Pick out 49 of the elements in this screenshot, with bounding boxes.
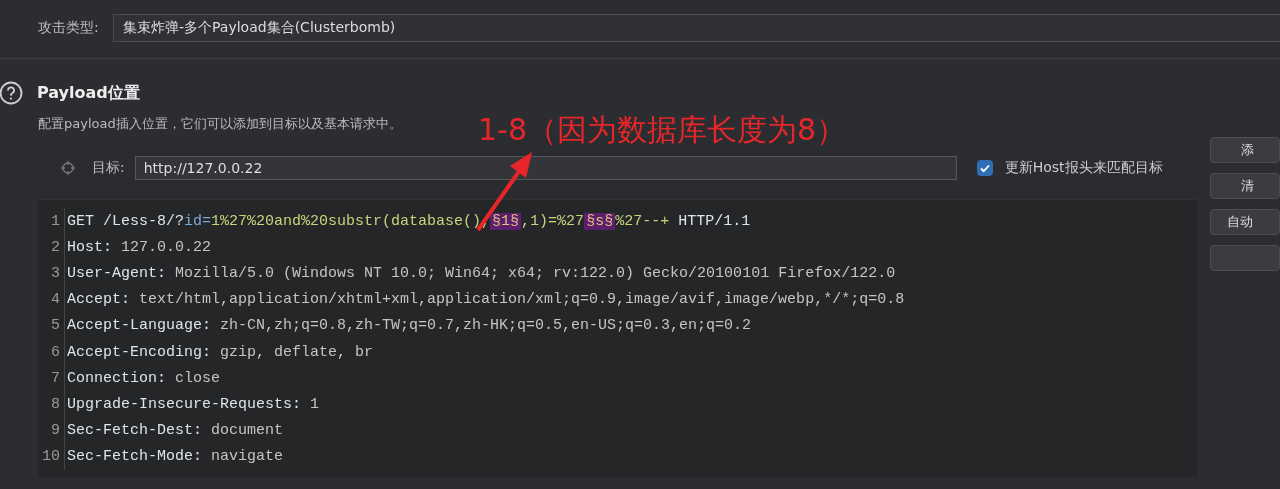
side-button[interactable]: 自动 xyxy=(1210,209,1280,235)
line-number: 5 xyxy=(38,312,65,339)
line-number: 3 xyxy=(38,260,65,287)
header-name: Sec-Fetch-Dest: xyxy=(67,422,203,440)
target-label: 目标: xyxy=(92,159,125,177)
header-name: Host: xyxy=(67,238,112,256)
header-value: 1 xyxy=(309,395,320,413)
update-host-label: 更新Host报头来匹配目标 xyxy=(1004,159,1163,177)
line-number: 2 xyxy=(38,234,65,261)
header-value: Mozilla/5.0 (Windows NT 10.0; Win64; x64; rv:122.0) Gecko/20100101 Firefox/122.0 xyxy=(174,264,896,282)
annotation-text: 1-8（因为数据库长度为8） xyxy=(478,111,847,149)
line-number: 1 xyxy=(38,208,65,235)
header-name: Accept: xyxy=(67,291,130,309)
line-number: 8 xyxy=(38,391,65,418)
header-value: zh-CN,zh;q=0.8,zh-TW;q=0.7,zh-HK;q=0.5,en-US;q=0.3,en;q=0.2 xyxy=(219,317,752,335)
line-number: 7 xyxy=(38,365,65,392)
header-name: Upgrade-Insecure-Requests: xyxy=(67,395,302,413)
request-text: HTTP/1.1 xyxy=(677,212,751,230)
attack-type-dropdown[interactable]: 集束炸弹-多个Payload集合(Clusterbomb) xyxy=(113,14,1280,42)
line-number: 10 xyxy=(38,443,65,470)
header-name: Accept-Language: xyxy=(67,317,212,335)
side-button[interactable]: 清 xyxy=(1210,173,1280,199)
payload-marker: §1§ xyxy=(490,212,522,230)
header-value: close xyxy=(174,369,221,387)
header-name: Sec-Fetch-Mode: xyxy=(67,448,203,466)
section-description: 配置payload插入位置，它们可以添加到目标以及基本请求中。 xyxy=(38,116,402,131)
attack-type-label: 攻击类型: xyxy=(38,19,100,37)
help-icon[interactable] xyxy=(0,81,23,105)
header-name: User-Agent: xyxy=(67,264,167,282)
parameter-name: id= xyxy=(184,212,212,230)
header-value: gzip, deflate, br xyxy=(219,343,374,361)
payload-marker: §s§ xyxy=(584,212,616,230)
header-value: navigate xyxy=(210,448,284,466)
request-text: GET /Less-8/? xyxy=(67,212,185,230)
section-title: Payload位置 xyxy=(37,82,140,104)
header-value: document xyxy=(210,422,284,440)
header-name: Connection: xyxy=(67,369,167,387)
line-number: 6 xyxy=(38,338,65,366)
line-number: 9 xyxy=(38,417,65,444)
header-name: Accept-Encoding: xyxy=(67,343,212,361)
line-number: 4 xyxy=(38,286,65,313)
header-value: 127.0.0.22 xyxy=(120,238,212,256)
parameter-value: %27--+ xyxy=(615,212,670,230)
target-field[interactable]: http://127.0.0.22 xyxy=(134,156,957,180)
side-button[interactable]: 添 xyxy=(1210,137,1280,163)
parameter-value: ,1)=%27 xyxy=(521,212,585,230)
header-value: text/html,application/xhtml+xml,application/xml;q=0.9,image/avif,image/webp,*/*;q=0.8 xyxy=(138,291,905,309)
crosshair-icon xyxy=(60,160,76,176)
checkbox[interactable] xyxy=(976,160,993,176)
